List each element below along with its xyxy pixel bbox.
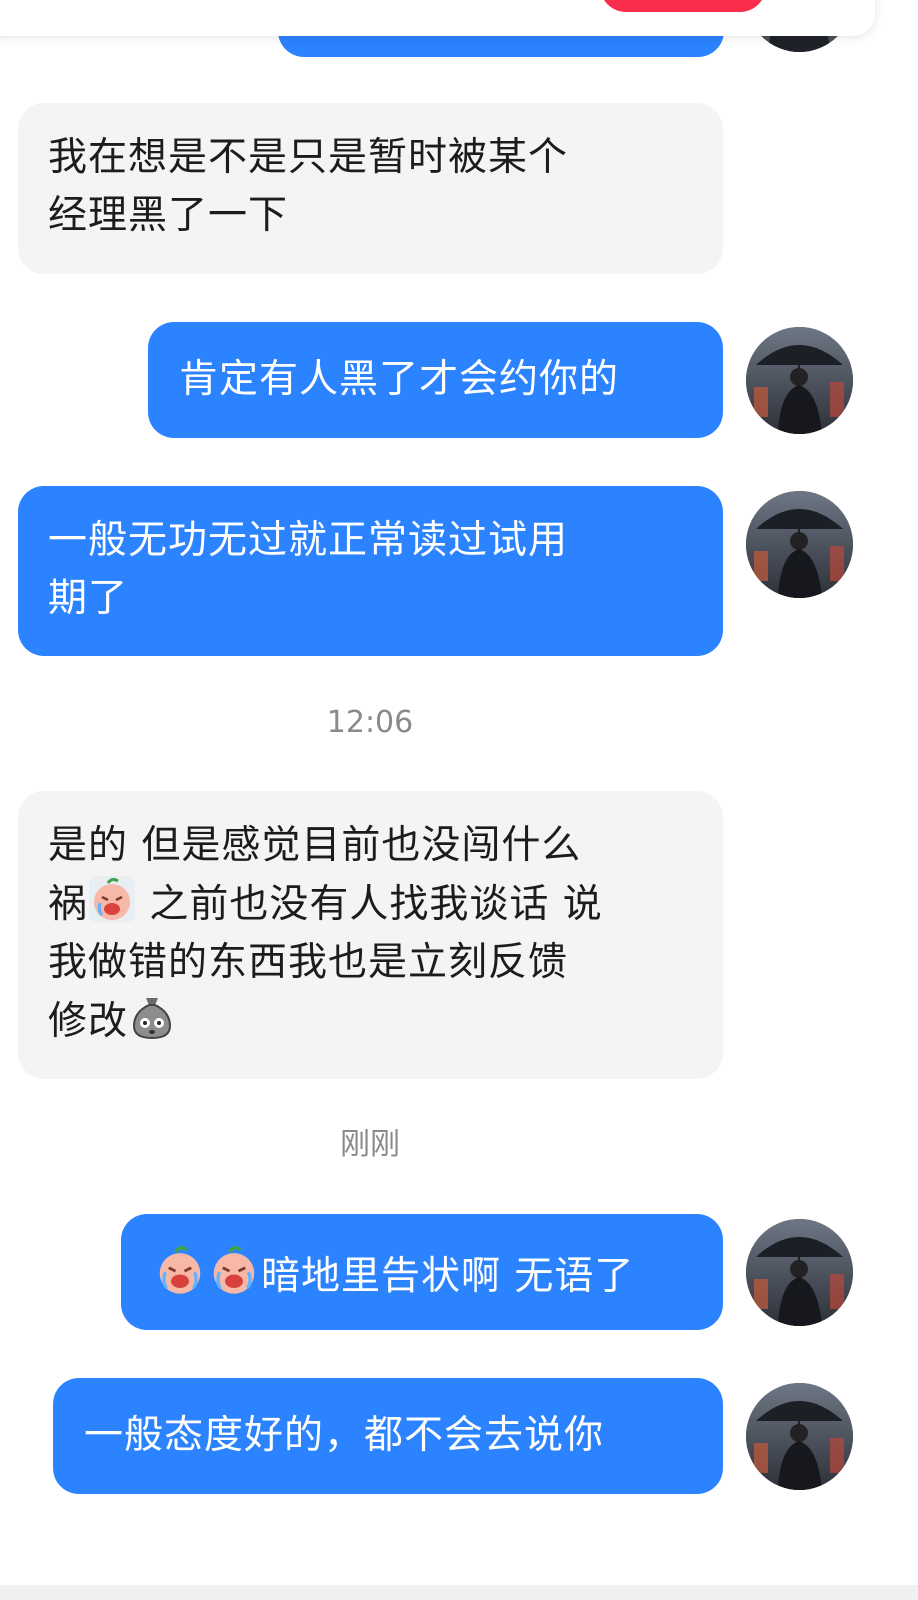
message-text-line: 经理黑了一下: [48, 193, 289, 238]
message-text-line: 是的 但是感觉目前也没闯什么: [48, 823, 582, 868]
message-text-line: 我做错的东西我也是立刻反馈: [48, 940, 569, 985]
message-bubble-outgoing[interactable]: 暗地里告状啊 无语了: [121, 1214, 723, 1330]
sack-face-emoji-icon: [128, 992, 176, 1040]
avatar[interactable]: [746, 1219, 853, 1326]
umbrella-man-avatar-icon: [746, 1219, 853, 1326]
message-bubble-incoming[interactable]: 我在想是不是只是暂时被某个 经理黑了一下: [18, 103, 723, 274]
message-text-line: 祸: [48, 882, 89, 927]
message-text-line: 我在想是不是只是暂时被某个: [48, 135, 569, 180]
message-bubble-outgoing[interactable]: 一般无功无过就正常读过试用 期了: [18, 486, 723, 656]
umbrella-man-avatar-icon: [746, 491, 853, 598]
message-text: 暗地里告状啊 无语了: [261, 1254, 635, 1299]
avatar[interactable]: [746, 327, 853, 434]
avatar[interactable]: [746, 1383, 853, 1490]
message-bubble-outgoing[interactable]: 肯定有人黑了才会约你的: [148, 322, 723, 438]
timestamp: 刚刚: [340, 1127, 400, 1162]
top-action-button[interactable]: [600, 0, 766, 12]
umbrella-man-avatar-icon: [746, 327, 853, 434]
timestamp: 12:06: [326, 705, 414, 740]
message-bubble-outgoing[interactable]: 一般态度好的，都不会去说你: [53, 1378, 723, 1494]
message-text-line: 期了: [48, 576, 129, 621]
message-text-line: 一般无功无过就正常读过试用: [48, 518, 569, 563]
message-text-line: 修改: [48, 999, 129, 1044]
message-text-line: 之前也没有人找我谈话 说: [136, 882, 603, 927]
crying-face-emoji-icon: [153, 1243, 207, 1297]
crying-face-emoji-icon: [207, 1243, 261, 1297]
umbrella-man-avatar-icon: [746, 1383, 853, 1490]
crying-face-emoji-icon: [88, 875, 136, 923]
message-text: 一般态度好的，都不会去说你: [84, 1413, 605, 1458]
message-bubble-incoming[interactable]: 是的 但是感觉目前也没闯什么 祸 之前也没有人找我谈话 说 我做错的东西我也是立…: [18, 791, 723, 1079]
message-text: 肯定有人黑了才会约你的: [179, 357, 620, 402]
avatar[interactable]: [746, 491, 853, 598]
bottom-toolbar-edge: [0, 1585, 918, 1600]
